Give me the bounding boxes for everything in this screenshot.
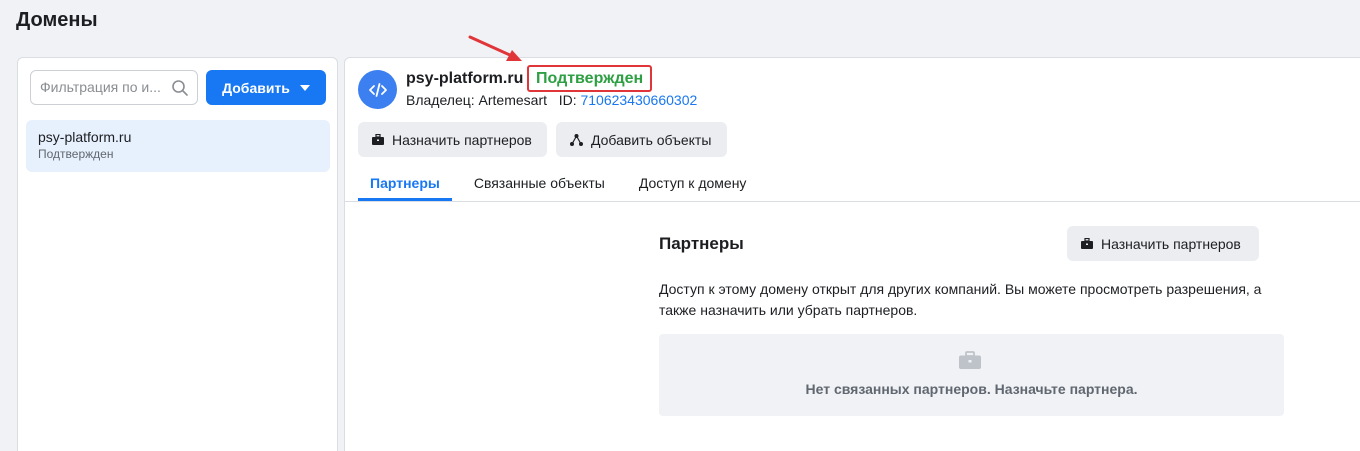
domains-sidebar: Добавить psy-platform.ru Подтвержден <box>17 57 338 451</box>
objects-icon <box>570 133 583 146</box>
add-button-label: Добавить <box>222 79 290 96</box>
add-objects-button[interactable]: Добавить объекты <box>556 122 727 157</box>
owner-line: Владелец: Artemesart ID: 710623430660302 <box>406 92 697 108</box>
assign-partners-secondary-label: Назначить партнеров <box>1101 235 1241 252</box>
briefcase-icon <box>1081 238 1093 249</box>
annotation-arrow-icon <box>468 35 522 61</box>
tab-linked-objects[interactable]: Связанные объекты <box>462 166 617 201</box>
empty-partners-box: Нет связанных партнеров. Назначьте партн… <box>659 334 1284 416</box>
domain-item-status: Подтвержден <box>38 147 114 161</box>
partners-section-title: Партнеры <box>659 234 744 253</box>
detail-tabs: Партнеры Связанные объекты Доступ к доме… <box>358 166 768 201</box>
tab-partners[interactable]: Партнеры <box>358 166 452 201</box>
page-title: Домены <box>16 9 98 31</box>
domain-item-name: psy-platform.ru <box>38 129 132 145</box>
code-icon <box>358 70 397 109</box>
tabs-divider <box>345 201 1360 202</box>
assign-partners-secondary-button[interactable]: Назначить партнеров <box>1067 226 1259 261</box>
caret-down-icon <box>299 84 310 91</box>
domain-list-item[interactable]: psy-platform.ru Подтвержден <box>26 120 330 172</box>
id-label: ID: <box>558 92 577 108</box>
assign-partners-label: Назначить партнеров <box>392 131 532 148</box>
filter-field[interactable] <box>30 70 198 105</box>
domain-title: psy-platform.ru <box>406 70 524 87</box>
filter-input[interactable] <box>40 79 170 95</box>
tab-domain-access[interactable]: Доступ к домену <box>627 166 759 201</box>
owner-label: Владелец: <box>406 92 475 108</box>
assign-partners-button[interactable]: Назначить партнеров <box>358 122 547 157</box>
status-badge: Подтвержден <box>527 65 653 92</box>
briefcase-icon <box>959 351 981 369</box>
partners-description: Доступ к этому домену открыт для других … <box>659 281 1262 318</box>
domain-detail-panel: psy-platform.ru Подтвержден Владелец: Ar… <box>344 57 1360 451</box>
owner-name: Artemesart <box>478 92 548 108</box>
add-domain-button[interactable]: Добавить <box>206 70 326 105</box>
id-value[interactable]: 710623430660302 <box>580 92 697 108</box>
search-icon[interactable] <box>171 79 189 97</box>
briefcase-icon <box>372 134 384 145</box>
empty-partners-text: Нет связанных партнеров. Назначьте партн… <box>805 381 1138 397</box>
add-objects-label: Добавить объекты <box>591 131 712 148</box>
